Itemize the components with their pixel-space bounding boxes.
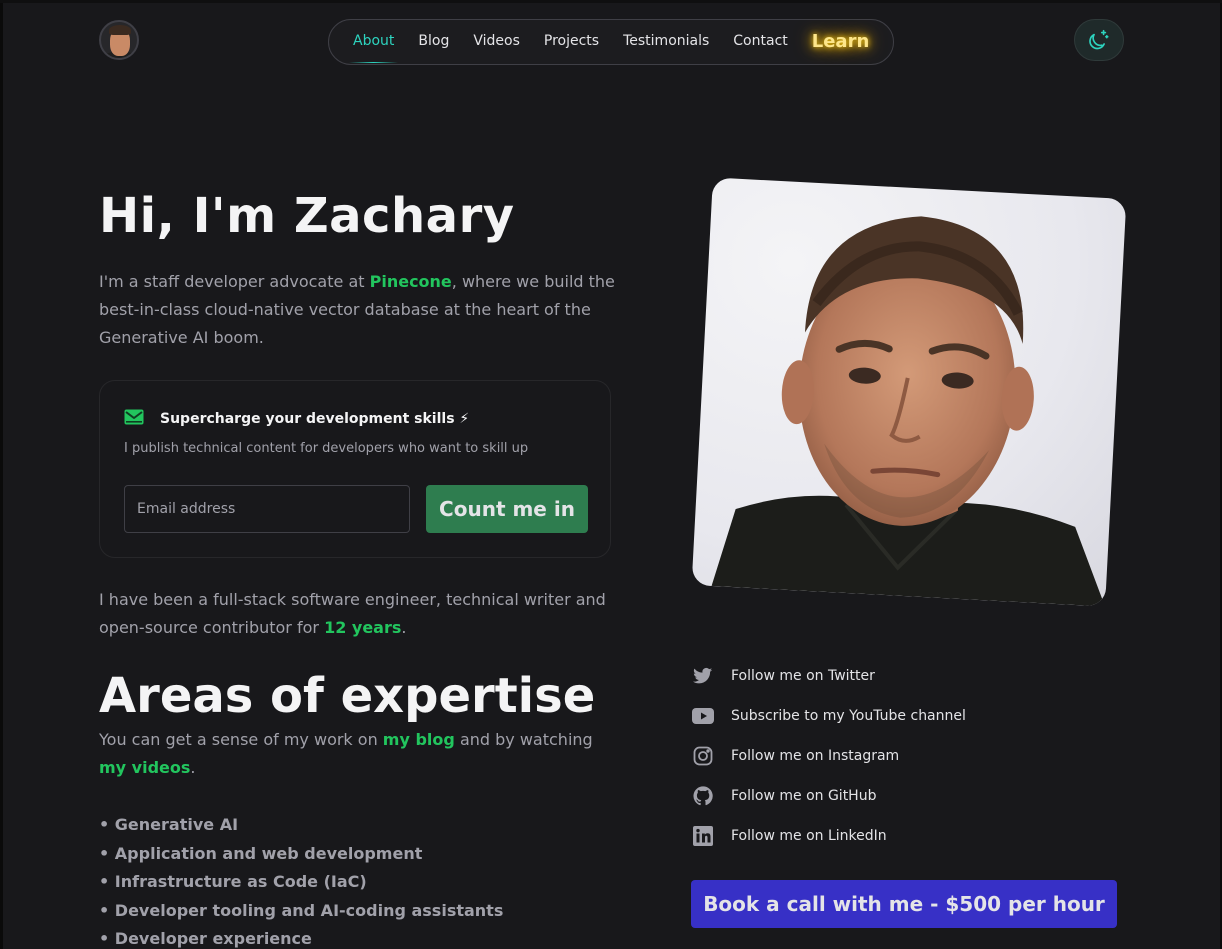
social-link-youtube[interactable]: Subscribe to my YouTube channel — [691, 696, 966, 736]
intro-paragraph: I'm a staff developer advocate at Pineco… — [99, 268, 619, 352]
youtube-icon — [691, 704, 715, 728]
github-icon — [691, 784, 715, 808]
nav-item-about[interactable]: About — [348, 20, 399, 64]
list-item: Generative AI — [99, 811, 503, 840]
experience-text-after: . — [401, 618, 407, 637]
areas-intro-after: . — [190, 758, 196, 777]
nav-item-contact[interactable]: Contact — [733, 20, 787, 64]
newsletter-subtitle: I publish technical content for develope… — [124, 441, 529, 456]
intro-text-before: I'm a staff developer advocate at — [99, 272, 370, 291]
social-links: Follow me on Twitter Subscribe to my You… — [691, 656, 966, 856]
twitter-icon — [691, 664, 715, 688]
list-item: Application and web development — [99, 840, 503, 869]
areas-heading: Areas of expertise — [99, 668, 596, 724]
linkedin-icon — [691, 824, 715, 848]
list-item: Developer experience — [99, 925, 503, 949]
subscribe-button[interactable]: Count me in — [426, 485, 588, 533]
theme-toggle-button[interactable] — [1074, 19, 1124, 61]
book-call-button[interactable]: Book a call with me - $500 per hour — [691, 880, 1117, 928]
newsletter-card: Supercharge your development skills ⚡ I … — [99, 380, 611, 558]
envelope-icon — [124, 409, 144, 429]
social-link-twitter[interactable]: Follow me on Twitter — [691, 656, 966, 696]
social-label: Follow me on Twitter — [731, 668, 875, 684]
experience-paragraph: I have been a full-stack software engine… — [99, 586, 619, 642]
newsletter-header: Supercharge your development skills ⚡ — [124, 409, 469, 429]
nav-item-projects[interactable]: Projects — [544, 20, 599, 64]
social-link-github[interactable]: Follow me on GitHub — [691, 776, 966, 816]
list-item: Developer tooling and AI-coding assistan… — [99, 897, 504, 926]
areas-intro-before: You can get a sense of my work on — [99, 730, 383, 749]
avatar-hair — [109, 25, 131, 35]
areas-intro-middle: and by watching — [454, 730, 593, 749]
social-link-linkedin[interactable]: Follow me on LinkedIn — [691, 816, 966, 856]
nav-item-videos[interactable]: Videos — [473, 20, 520, 64]
social-label: Follow me on GitHub — [731, 788, 877, 804]
experience-years: 12 years — [324, 618, 402, 637]
social-label: Follow me on Instagram — [731, 748, 900, 764]
nav-item-testimonials[interactable]: Testimonials — [623, 20, 709, 64]
social-link-instagram[interactable]: Follow me on Instagram — [691, 736, 966, 776]
nav-item-blog[interactable]: Blog — [418, 20, 449, 64]
email-field[interactable] — [124, 485, 410, 533]
window-edge-left — [0, 0, 3, 949]
newsletter-title: Supercharge your development skills ⚡ — [160, 411, 470, 427]
nav-item-learn[interactable]: Learn — [812, 20, 870, 64]
list-item: Infrastructure as Code (IaC) — [99, 868, 503, 897]
page-title: Hi, I'm Zachary — [99, 188, 515, 244]
avatar[interactable] — [99, 20, 139, 60]
areas-list: Generative AI Application and web develo… — [99, 811, 504, 949]
videos-link[interactable]: my videos — [99, 758, 190, 777]
pinecone-link[interactable]: Pinecone — [370, 272, 452, 291]
areas-intro: You can get a sense of my work on my blo… — [99, 726, 619, 782]
blog-link[interactable]: my blog — [383, 730, 455, 749]
portrait-photo — [691, 177, 1127, 607]
social-label: Subscribe to my YouTube channel — [731, 708, 966, 724]
instagram-icon — [691, 744, 715, 768]
social-label: Follow me on LinkedIn — [731, 828, 887, 844]
moon-sparkle-icon — [1088, 28, 1110, 53]
main-nav: About Blog Videos Projects Testimonials … — [328, 19, 894, 65]
window-edge-top — [0, 0, 1222, 3]
